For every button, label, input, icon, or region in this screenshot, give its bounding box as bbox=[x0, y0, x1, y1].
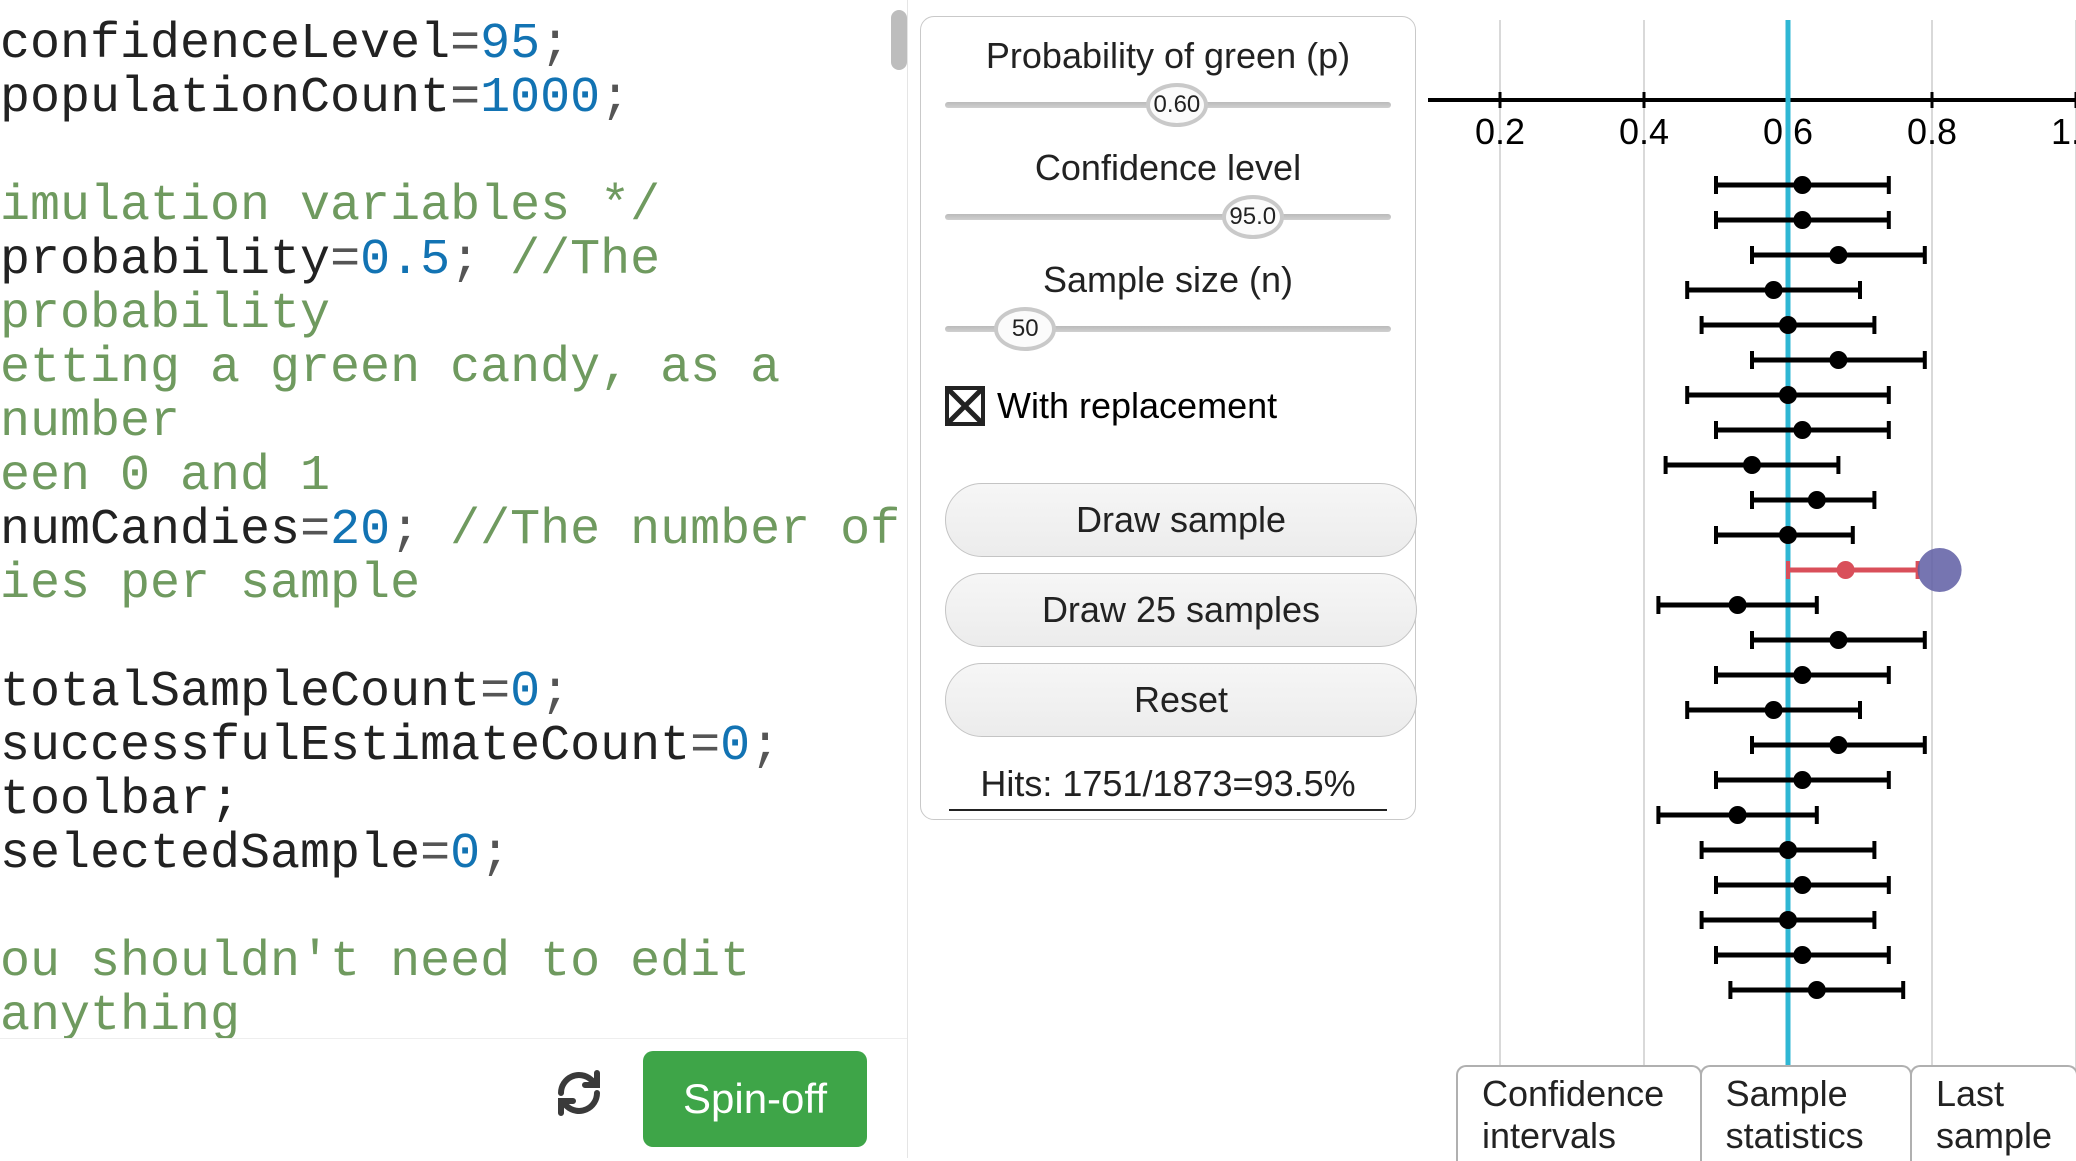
draw-25-samples-button[interactable]: Draw 25 samples bbox=[945, 573, 1417, 647]
slider-thumb[interactable]: 50 bbox=[994, 307, 1056, 351]
svg-text:1.0: 1.0 bbox=[2051, 111, 2076, 152]
probability-slider[interactable]: 0.60 bbox=[945, 83, 1391, 127]
svg-text:0.8: 0.8 bbox=[1907, 111, 1957, 152]
plot-tabs: Confidence intervals Sample statistics L… bbox=[1456, 1098, 2076, 1158]
with-replacement-label: With replacement bbox=[997, 385, 1277, 427]
reset-button[interactable]: Reset bbox=[945, 663, 1417, 737]
code-editor[interactable]: confidenceLevel=95;populationCount=1000;… bbox=[0, 0, 908, 1158]
sample-size-label: Sample size (n) bbox=[945, 259, 1391, 301]
svg-text:0.2: 0.2 bbox=[1475, 111, 1525, 152]
tab-last-sample[interactable]: Last sample bbox=[1910, 1065, 2076, 1161]
slider-thumb[interactable]: 0.60 bbox=[1146, 83, 1208, 127]
with-replacement-checkbox[interactable] bbox=[945, 386, 985, 426]
scrollbar-thumb[interactable] bbox=[891, 10, 907, 70]
confidence-interval-chart[interactable]: 0.20.40.60.81.0 bbox=[1428, 0, 2076, 1080]
controls-panel: Probability of green (p) 0.60 Confidence… bbox=[920, 16, 1416, 820]
tab-sample-statistics[interactable]: Sample statistics bbox=[1700, 1065, 1912, 1161]
svg-text:0.4: 0.4 bbox=[1619, 111, 1669, 152]
refresh-icon[interactable] bbox=[555, 1069, 603, 1129]
sample-size-slider[interactable]: 50 bbox=[945, 307, 1391, 351]
confidence-label: Confidence level bbox=[945, 147, 1391, 189]
editor-toolbar: Spin-off bbox=[0, 1038, 907, 1158]
spinoff-button[interactable]: Spin-off bbox=[643, 1051, 867, 1147]
tab-confidence-intervals[interactable]: Confidence intervals bbox=[1456, 1065, 1702, 1161]
plot-region: 0.20.40.60.81.0 Confidence intervals Sam… bbox=[1428, 0, 2076, 1158]
confidence-slider[interactable]: 95.0 bbox=[945, 195, 1391, 239]
draw-sample-button[interactable]: Draw sample bbox=[945, 483, 1417, 557]
hits-readout: Hits: 1751/1873=93.5% bbox=[949, 759, 1387, 811]
slider-thumb[interactable]: 95.0 bbox=[1222, 195, 1284, 239]
probability-label: Probability of green (p) bbox=[945, 35, 1391, 77]
